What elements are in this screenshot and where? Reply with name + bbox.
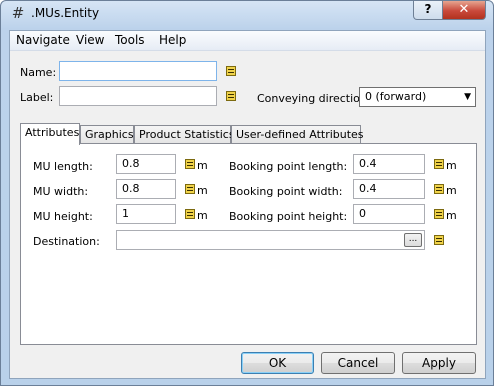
help-button[interactable]: ? [413, 1, 443, 20]
unit-label: m [197, 209, 208, 222]
formula-icon[interactable] [185, 184, 195, 194]
booking-point-height-input[interactable]: 0 [353, 204, 425, 224]
destination-label: Destination: [33, 235, 100, 248]
name-input[interactable] [59, 61, 217, 81]
ok-button[interactable]: OK [241, 352, 314, 374]
label-input[interactable] [59, 86, 217, 106]
formula-icon[interactable] [434, 209, 444, 219]
menu-navigate[interactable]: Navigate [16, 33, 70, 47]
formula-icon[interactable] [434, 184, 444, 194]
tab-attributes[interactable]: Attributes [20, 123, 80, 145]
unit-label: m [197, 159, 208, 172]
mu-width-label: MU width: [33, 185, 89, 198]
unit-label: m [197, 184, 208, 197]
name-label: Name: [20, 66, 57, 79]
menu-view[interactable]: View [76, 33, 104, 47]
unit-label: m [446, 184, 457, 197]
tab-user-defined-attributes[interactable]: User-defined Attributes [231, 125, 364, 144]
close-button[interactable]: ✕ [442, 1, 486, 20]
booking-point-length-input[interactable]: 0.4 [353, 154, 425, 174]
formula-icon[interactable] [185, 209, 195, 219]
destination-input[interactable] [116, 230, 425, 250]
unit-label: m [446, 159, 457, 172]
formula-icon[interactable] [434, 159, 444, 169]
tab-product-statistics[interactable]: Product Statistics [134, 125, 235, 144]
mu-height-label: MU height: [33, 210, 93, 223]
conveying-direction-select[interactable]: 0 (forward) ▼ [359, 87, 476, 107]
label-label: Label: [20, 91, 54, 104]
formula-icon[interactable] [185, 159, 195, 169]
booking-point-width-label: Booking point width: [229, 185, 343, 198]
mu-width-input[interactable]: 0.8 [116, 179, 176, 199]
mu-height-input[interactable]: 1 [116, 204, 176, 224]
grid-icon: # [11, 4, 25, 22]
apply-button[interactable]: Apply [402, 352, 476, 374]
cancel-button[interactable]: Cancel [321, 352, 395, 374]
formula-icon[interactable] [226, 91, 236, 101]
window-title: .MUs.Entity [31, 6, 100, 20]
unit-label: m [446, 209, 457, 222]
booking-point-length-label: Booking point length: [229, 160, 348, 173]
tab-graphics[interactable]: Graphics [80, 125, 134, 144]
chevron-down-icon: ▼ [464, 92, 471, 102]
mu-length-input[interactable]: 0.8 [116, 154, 176, 174]
formula-icon[interactable] [226, 66, 236, 76]
conveying-direction-label: Conveying direction: [257, 92, 371, 105]
booking-point-width-input[interactable]: 0.4 [353, 179, 425, 199]
booking-point-height-label: Booking point height: [229, 210, 348, 223]
formula-icon[interactable] [434, 235, 444, 245]
attributes-panel: MU length: 0.8 m MU width: 0.8 m MU heig… [20, 143, 477, 345]
browse-button[interactable]: ... [404, 233, 422, 247]
menu-tools[interactable]: Tools [115, 33, 145, 47]
dialog-client-area: Navigate View Tools Help Name: Label: Co… [9, 30, 486, 379]
menu-help[interactable]: Help [159, 33, 186, 47]
menu-bar: Navigate View Tools Help [10, 31, 485, 51]
conveying-direction-value: 0 (forward) [365, 90, 427, 103]
mu-length-label: MU length: [33, 160, 93, 173]
title-bar[interactable]: # .MUs.Entity ? ✕ [1, 1, 493, 30]
dialog-window: # .MUs.Entity ? ✕ Navigate View Tools He… [0, 0, 494, 386]
